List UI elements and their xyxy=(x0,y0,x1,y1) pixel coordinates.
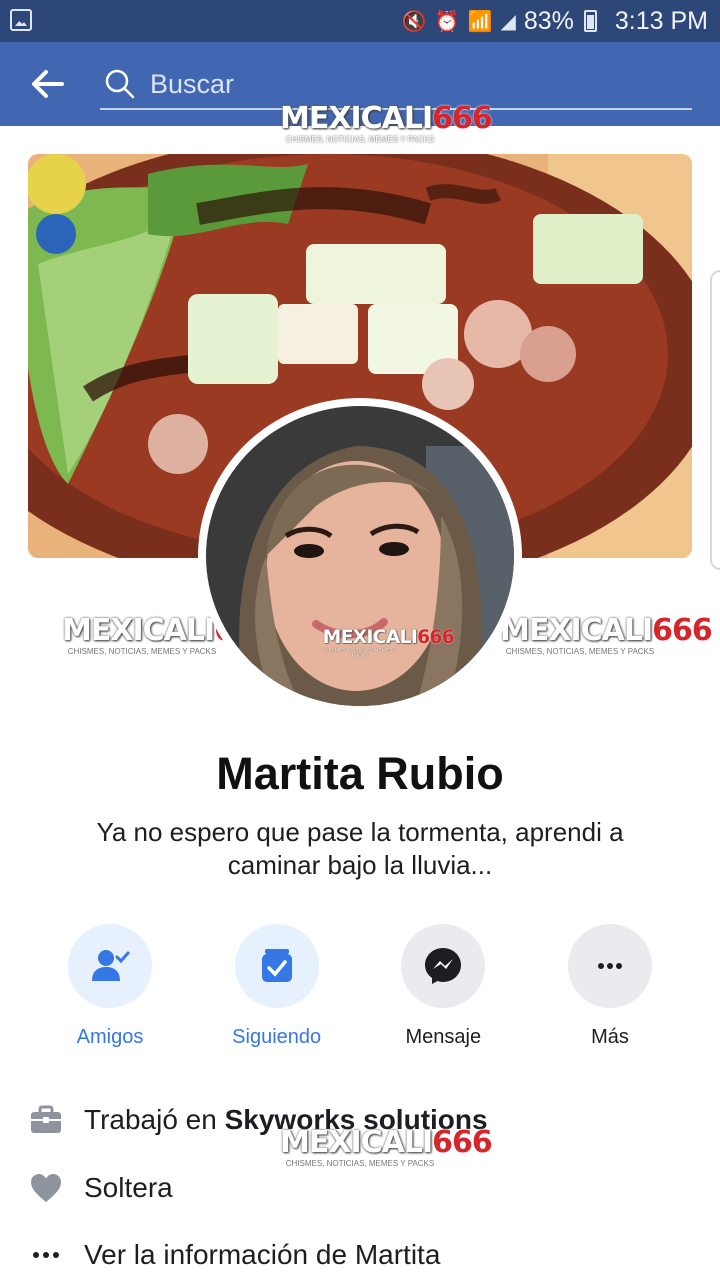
signal-icon: ◢ xyxy=(500,10,516,33)
search-icon xyxy=(105,69,135,99)
friends-button[interactable]: Amigos xyxy=(28,924,192,1054)
battery-icon xyxy=(583,10,597,32)
friends-check-icon xyxy=(92,950,130,981)
messenger-icon xyxy=(425,948,462,984)
profile-picture[interactable] xyxy=(198,398,522,714)
back-arrow-icon[interactable] xyxy=(28,64,68,104)
gallery-notification-icon xyxy=(10,9,32,31)
scroll-edge xyxy=(710,270,720,570)
watermark-logo: MEXICALI666 CHISMES, NOTICIAS, MEMES Y P… xyxy=(500,613,713,656)
wifi-icon: 📶 xyxy=(467,10,493,33)
watermark-logo: MEXICALI666 CHISMES, NOTICIAS, MEMES Y P… xyxy=(322,626,455,658)
watermark-logo: MEXICALI666 CHISMES, NOTICIAS, MEMES Y P… xyxy=(62,613,275,656)
alarm-icon: ⏰ xyxy=(434,10,460,33)
heart-icon xyxy=(28,1170,64,1206)
more-label: Más xyxy=(591,1026,629,1048)
relationship-info: Soltera xyxy=(28,1163,692,1213)
profile-actions: Amigos Siguiendo Mensaje Más xyxy=(28,924,692,1054)
search-input[interactable] xyxy=(150,68,650,100)
briefcase-icon xyxy=(28,1102,64,1138)
see-info-link[interactable]: Ver la información de Martita xyxy=(28,1230,692,1280)
battery-percent: 83% xyxy=(523,6,574,35)
more-button[interactable]: Más xyxy=(528,924,692,1054)
more-dots-icon xyxy=(597,963,622,969)
following-label: Siguiendo xyxy=(232,1026,322,1048)
following-check-icon xyxy=(261,949,292,982)
more-dots-icon xyxy=(28,1237,64,1273)
status-bar: 🔇 ⏰ 📶 ◢ 83% 3:13 PM xyxy=(0,0,720,42)
profile-name: Martita Rubio xyxy=(216,748,504,799)
friends-label: Amigos xyxy=(76,1026,144,1048)
message-label: Mensaje xyxy=(405,1026,482,1048)
watermark-logo: MEXICALI666 CHISMES, NOTICIAS, MEMES Y P… xyxy=(280,101,493,144)
work-prefix: Trabajó en xyxy=(84,1104,225,1135)
relationship-label: Soltera xyxy=(84,1172,173,1203)
profile-bio: Ya no espero que pase la tormenta, apren… xyxy=(96,817,624,880)
see-info-label: Ver la información de Martita xyxy=(84,1239,441,1270)
watermark-logo: MEXICALI666 CHISMES, NOTICIAS, MEMES Y P… xyxy=(280,1125,493,1168)
clock: 3:13 PM xyxy=(614,6,708,35)
mute-icon: 🔇 xyxy=(401,10,427,33)
message-button[interactable]: Mensaje xyxy=(361,924,525,1054)
following-button[interactable]: Siguiendo xyxy=(195,924,359,1054)
